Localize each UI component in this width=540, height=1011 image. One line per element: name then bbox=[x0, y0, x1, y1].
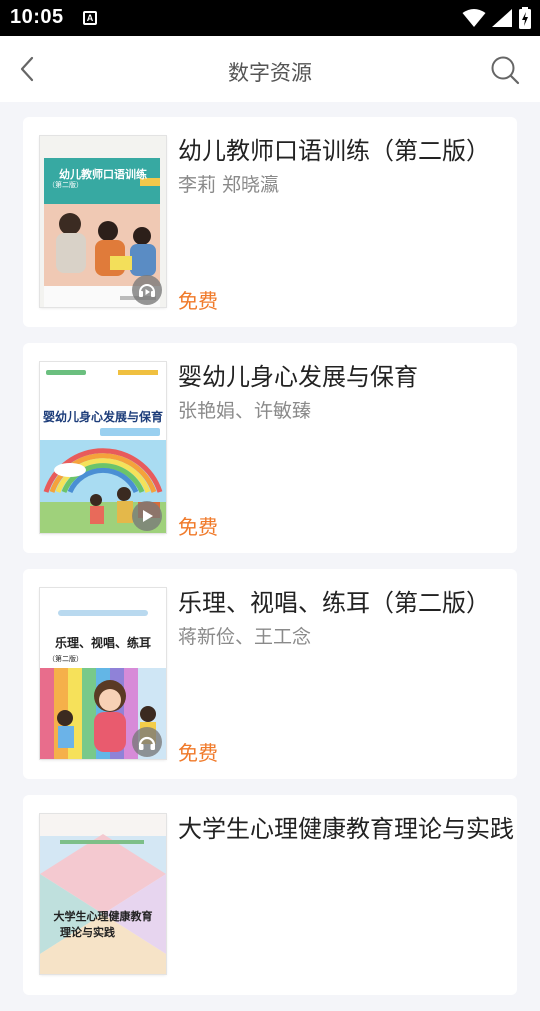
book-title[interactable]: 大学生心理健康教育理论与实践 bbox=[178, 809, 514, 844]
wifi-icon bbox=[462, 9, 486, 27]
headphones-icon bbox=[138, 736, 156, 750]
book-list: 幼儿教师口语训练 （第二版） 幼儿教师口语训练（第二版） 李莉 郑晓瀛 免费 婴… bbox=[23, 117, 517, 1011]
app-header: 数字资源 bbox=[0, 36, 540, 102]
battery-icon bbox=[519, 7, 531, 29]
cover-art bbox=[40, 814, 166, 974]
price-label: 免费 bbox=[178, 741, 218, 765]
status-bar: 10:05 A bbox=[0, 0, 540, 36]
cover-title-line2: 理论与实践 bbox=[60, 926, 115, 939]
audio-video-icon bbox=[139, 284, 155, 297]
cover-subtitle: （第二版） bbox=[48, 181, 83, 189]
cover-subtitle: （第二版） bbox=[48, 655, 83, 663]
book-card[interactable]: 幼儿教师口语训练 （第二版） 幼儿教师口语训练（第二版） 李莉 郑晓瀛 免费 bbox=[23, 117, 517, 327]
price-label: 免费 bbox=[178, 515, 218, 539]
book-title[interactable]: 乐理、视唱、练耳（第二版） bbox=[178, 583, 513, 618]
play-icon bbox=[143, 510, 153, 522]
book-author: 李莉 郑晓瀛 bbox=[178, 174, 280, 196]
book-title[interactable]: 幼儿教师口语训练（第二版） bbox=[178, 131, 513, 166]
book-cover[interactable]: 乐理、视唱、练耳 （第二版） bbox=[40, 588, 166, 759]
price-label: 免费 bbox=[178, 289, 218, 313]
cover-title: 婴幼儿身心发展与保育 bbox=[42, 410, 163, 424]
cover-title: 大学生心理健康教育 bbox=[53, 910, 153, 923]
notification-a-icon: A bbox=[83, 11, 97, 25]
search-icon[interactable] bbox=[490, 55, 520, 85]
book-card[interactable]: 乐理、视唱、练耳 （第二版） 乐理、视唱、练耳（第二版） 蒋新俭、王工念 免费 bbox=[23, 569, 517, 779]
book-card[interactable]: 婴幼儿身心发展与保育 婴幼儿身心发展与保育 张艳娟、许敏臻 免费 bbox=[23, 343, 517, 553]
signal-icon bbox=[491, 9, 512, 27]
book-cover[interactable]: 大学生心理健康教育 理论与实践 bbox=[40, 814, 166, 974]
status-icons bbox=[462, 7, 532, 29]
book-cover[interactable]: 婴幼儿身心发展与保育 bbox=[40, 362, 166, 533]
status-time: 10:05 bbox=[10, 6, 64, 28]
media-badge bbox=[132, 727, 162, 757]
book-card[interactable]: 大学生心理健康教育 理论与实践 大学生心理健康教育理论与实践 bbox=[23, 795, 517, 995]
media-badge bbox=[132, 275, 162, 305]
book-cover[interactable]: 幼儿教师口语训练 （第二版） bbox=[40, 136, 166, 307]
cover-title: 乐理、视唱、练耳 bbox=[54, 636, 151, 650]
book-author: 蒋新俭、王工念 bbox=[178, 626, 312, 648]
book-author: 张艳娟、许敏臻 bbox=[178, 400, 312, 422]
page-title: 数字资源 bbox=[228, 61, 312, 85]
media-badge bbox=[132, 501, 162, 531]
book-title[interactable]: 婴幼儿身心发展与保育 bbox=[178, 357, 513, 392]
